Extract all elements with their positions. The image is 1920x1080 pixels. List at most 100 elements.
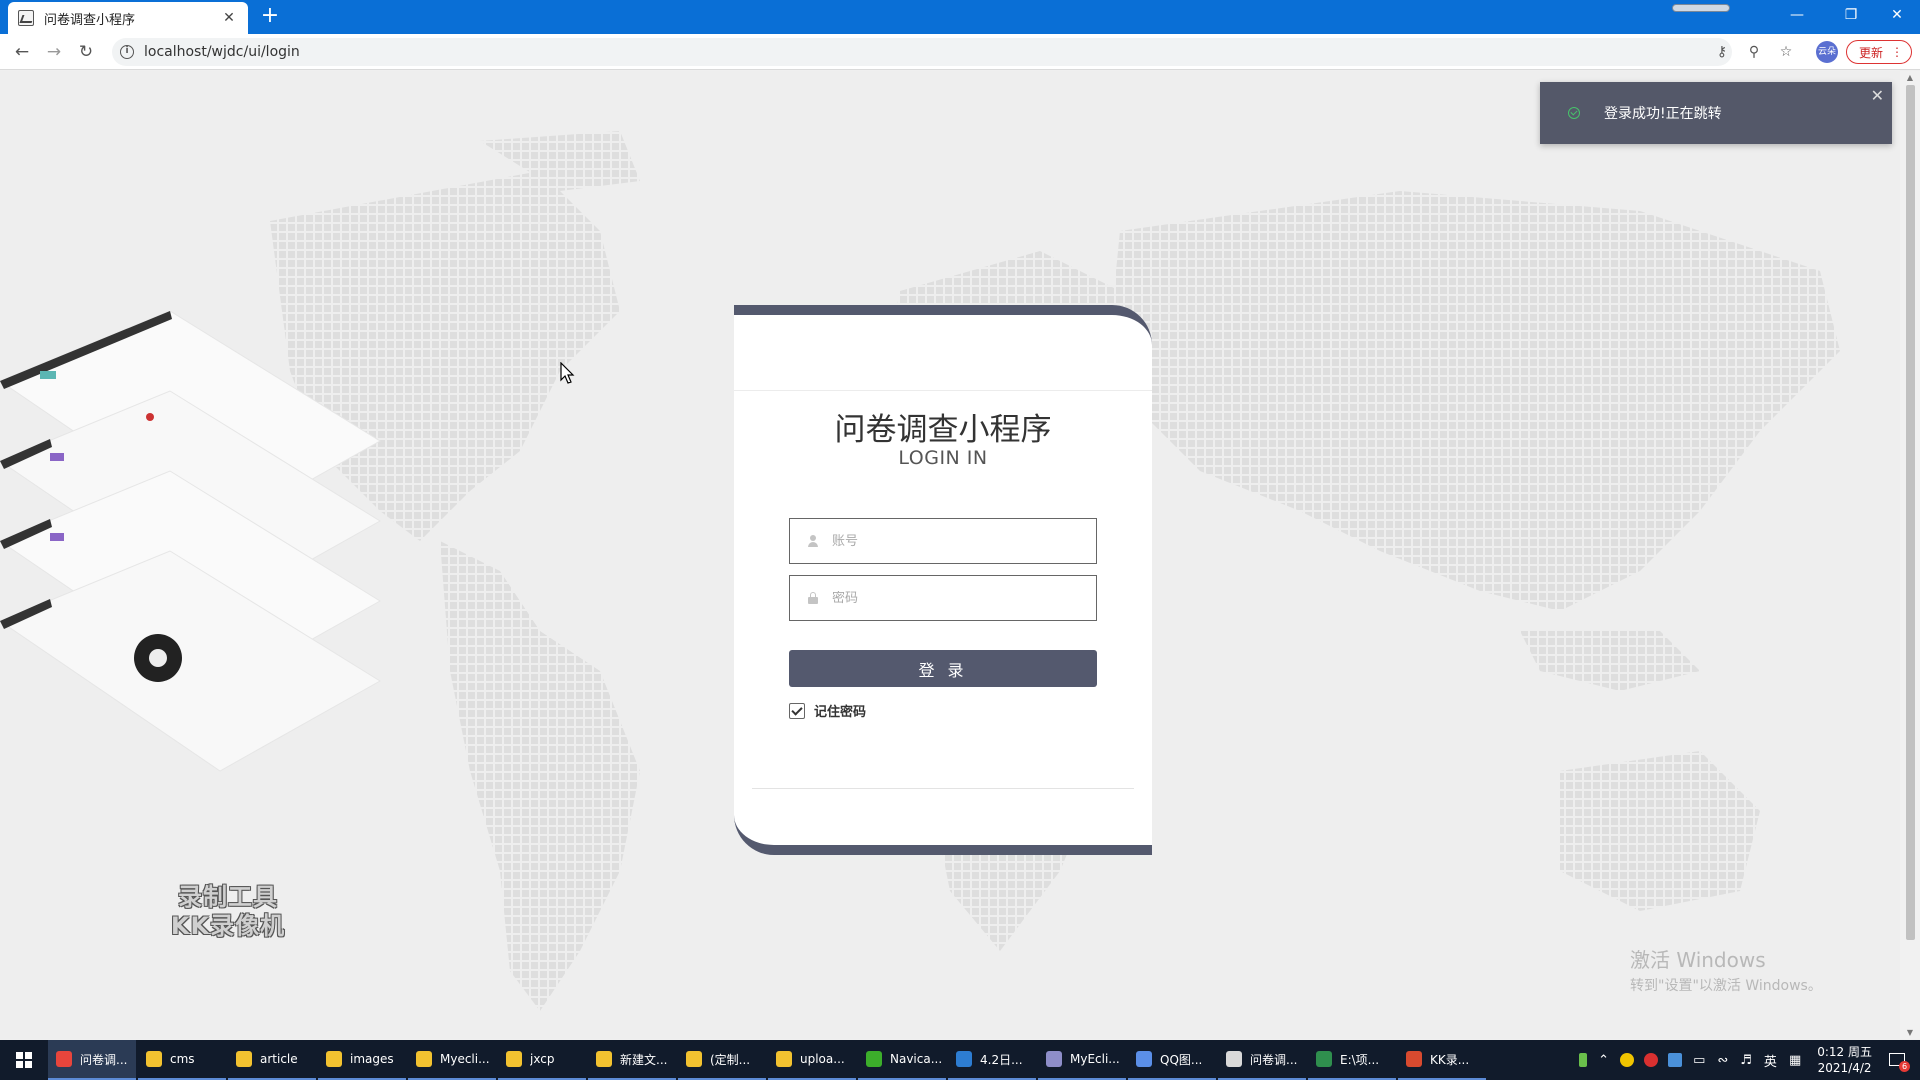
update-label: 更新 bbox=[1859, 45, 1884, 60]
password-field[interactable] bbox=[789, 575, 1097, 621]
profile-avatar[interactable]: 云朵 bbox=[1816, 41, 1838, 63]
remember-password[interactable]: 记住密码 bbox=[789, 701, 866, 720]
password-input[interactable] bbox=[832, 590, 1072, 606]
scroll-down-arrow-icon[interactable]: ▼ bbox=[1904, 1028, 1916, 1037]
close-window-button[interactable]: ✕ bbox=[1874, 0, 1920, 30]
taskbar-item[interactable]: article bbox=[228, 1040, 316, 1080]
kk-icon bbox=[1406, 1051, 1422, 1067]
taskbar-item[interactable]: QQ图... bbox=[1128, 1040, 1216, 1080]
lock-icon bbox=[808, 592, 818, 604]
taskbar-item[interactable]: uploa... bbox=[768, 1040, 856, 1080]
notification-center-icon[interactable]: 6 bbox=[1886, 1048, 1910, 1072]
volume-icon[interactable]: ♬ bbox=[1740, 1053, 1752, 1068]
folder-icon bbox=[776, 1051, 792, 1067]
taskbar-item-label: MyEcli... bbox=[1070, 1052, 1120, 1066]
taskbar-item-label: jxcp bbox=[530, 1052, 555, 1066]
page-favicon-icon bbox=[18, 10, 34, 26]
taskbar-item-label: E:\项... bbox=[1340, 1052, 1380, 1067]
tray-expand-icon[interactable]: ⌃ bbox=[1598, 1053, 1609, 1068]
browser-titlebar: 问卷调查小程序 ✕ + — ❐ ✕ bbox=[0, 0, 1920, 34]
tab-close-icon[interactable]: ✕ bbox=[220, 10, 238, 26]
system-tray: ⌃ ▭ ∾ ♬ 英 ▦ 0:12 周五 2021/4/2 6 bbox=[1574, 1040, 1920, 1080]
username-input[interactable] bbox=[832, 533, 1072, 549]
taskbar-item-label: article bbox=[260, 1052, 298, 1066]
tray-display-icon[interactable]: ▭ bbox=[1693, 1053, 1705, 1068]
taskbar-item[interactable]: 问卷调... bbox=[1218, 1040, 1306, 1080]
url-text[interactable]: localhost/wjdc/ui/login bbox=[144, 44, 300, 60]
toast-message: 登录成功!正在跳转 bbox=[1604, 106, 1722, 122]
taskbar-item-label: uploa... bbox=[800, 1052, 845, 1066]
taskbar-item-label: Navica... bbox=[890, 1052, 943, 1066]
scrollbar-thumb[interactable] bbox=[1906, 85, 1915, 940]
folder-icon bbox=[326, 1051, 342, 1067]
keyboard-grid-icon[interactable]: ▦ bbox=[1789, 1053, 1801, 1068]
taskbar-item[interactable]: images bbox=[318, 1040, 406, 1080]
decorative-mockup-image bbox=[0, 311, 381, 772]
taskbar-item-label: 4.2日... bbox=[980, 1052, 1023, 1067]
toast-close-icon[interactable]: ✕ bbox=[1871, 86, 1884, 105]
folder-icon bbox=[686, 1051, 702, 1067]
tray-security-icon[interactable] bbox=[1644, 1053, 1659, 1067]
site-info-icon[interactable]: i bbox=[120, 45, 134, 59]
page-viewport: 录制工具 KK录像机 激活 Windows 转到"设置"以激活 Windows。… bbox=[0, 71, 1900, 1039]
folder-icon bbox=[416, 1051, 432, 1067]
remember-label: 记住密码 bbox=[814, 705, 867, 720]
minimize-button[interactable]: — bbox=[1774, 0, 1820, 30]
reload-icon[interactable]: ↻ bbox=[74, 40, 98, 64]
eclipse-icon bbox=[1046, 1051, 1062, 1067]
vs-icon bbox=[956, 1051, 972, 1067]
address-bar[interactable]: i localhost/wjdc/ui/login bbox=[112, 38, 1732, 66]
tab-title: 问卷调查小程序 bbox=[44, 12, 136, 28]
qq-icon bbox=[1136, 1051, 1152, 1067]
taskbar-item-label: 问卷调... bbox=[1250, 1052, 1298, 1067]
new-tab-button[interactable]: + bbox=[258, 5, 282, 27]
wifi-icon[interactable]: ∾ bbox=[1717, 1053, 1728, 1068]
back-arrow-icon[interactable]: ← bbox=[10, 40, 34, 64]
taskbar-item[interactable]: (定制... bbox=[678, 1040, 766, 1080]
taskbar-item-label: 问卷调... bbox=[80, 1052, 128, 1067]
taskbar-item[interactable]: 4.2日... bbox=[948, 1040, 1036, 1080]
tray-network-app-icon[interactable] bbox=[1668, 1053, 1683, 1067]
page-scrollbar[interactable]: ▲ ▼ bbox=[1900, 71, 1920, 1039]
login-card: 问卷调查小程序 LOGIN IN 登 录 记住密码 bbox=[734, 305, 1152, 855]
bookmark-star-icon[interactable]: ☆ bbox=[1776, 42, 1796, 62]
restore-button[interactable]: ❐ bbox=[1828, 0, 1874, 30]
taskbar-item[interactable]: jxcp bbox=[498, 1040, 586, 1080]
taskbar-item[interactable]: KK录... bbox=[1398, 1040, 1486, 1080]
taskbar-item[interactable]: 新建文... bbox=[588, 1040, 676, 1080]
browser-toolbar: ← → ↻ i localhost/wjdc/ui/login ⚷ ⚲ ☆ 云朵… bbox=[0, 34, 1920, 70]
username-field[interactable] bbox=[789, 518, 1097, 564]
activation-title: 激活 Windows bbox=[1630, 948, 1766, 972]
battery-icon[interactable] bbox=[1579, 1053, 1588, 1067]
chrome-icon bbox=[56, 1051, 72, 1067]
taskbar-item[interactable]: Navica... bbox=[858, 1040, 946, 1080]
scroll-up-arrow-icon[interactable]: ▲ bbox=[1904, 73, 1916, 82]
taskbar-item-label: KK录... bbox=[1430, 1052, 1470, 1067]
taskbar-item-label: QQ图... bbox=[1160, 1052, 1203, 1067]
key-icon[interactable]: ⚷ bbox=[1712, 42, 1732, 62]
folder-icon bbox=[236, 1051, 252, 1067]
browser-tab-active[interactable]: 问卷调查小程序 ✕ bbox=[8, 2, 248, 34]
login-button[interactable]: 登 录 bbox=[789, 650, 1097, 687]
taskbar-item[interactable]: MyEcli... bbox=[1038, 1040, 1126, 1080]
taskbar-item[interactable]: Myecli... bbox=[408, 1040, 496, 1080]
folder-icon bbox=[506, 1051, 522, 1067]
taskbar-item[interactable]: 问卷调... bbox=[48, 1040, 136, 1080]
start-button[interactable] bbox=[0, 1040, 48, 1080]
update-button[interactable]: 更新 ⋮ bbox=[1846, 40, 1912, 64]
tray-app-icon[interactable] bbox=[1620, 1053, 1635, 1067]
wechat-icon bbox=[1226, 1051, 1242, 1067]
taskbar-item[interactable]: E:\项... bbox=[1308, 1040, 1396, 1080]
input-language[interactable]: 英 bbox=[1764, 1051, 1777, 1070]
excel-icon bbox=[1316, 1051, 1332, 1067]
remember-checkbox[interactable] bbox=[789, 702, 805, 719]
menu-dots-icon: ⋮ bbox=[1891, 45, 1903, 59]
taskbar-items: 问卷调... cms article images Myecli... jxcp 新建文..… bbox=[48, 1040, 1488, 1080]
taskbar-clock[interactable]: 0:12 周五 2021/4/2 bbox=[1817, 1044, 1872, 1076]
taskbar-item[interactable]: cms bbox=[138, 1040, 226, 1080]
card-divider-top bbox=[734, 390, 1152, 391]
activation-subtitle: 转到"设置"以激活 Windows。 bbox=[1630, 978, 1822, 994]
zoom-icon[interactable]: ⚲ bbox=[1744, 42, 1764, 62]
forward-arrow-icon[interactable]: → bbox=[42, 40, 66, 64]
windows-activation-watermark: 激活 Windows 转到"设置"以激活 Windows。 bbox=[1630, 944, 1822, 995]
